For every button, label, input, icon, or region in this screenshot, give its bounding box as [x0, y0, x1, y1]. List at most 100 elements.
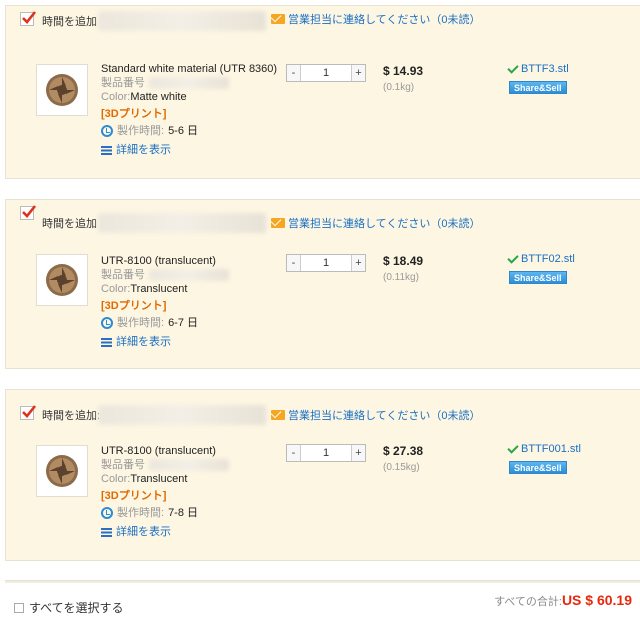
contact-sales-link[interactable]: 営業担当に連絡してください（0未読）	[271, 407, 480, 423]
show-details-label: 詳細を表示	[116, 526, 171, 538]
qty-increase-button[interactable]: +	[351, 255, 365, 271]
lead-time-value: 5-6 日	[168, 125, 199, 137]
card-header: 時間を追加 営業担当に連絡してください（0未読）	[6, 200, 640, 234]
model-file-link[interactable]: BTTF001.stl	[507, 441, 581, 455]
item-price: $ 14.93	[383, 64, 424, 78]
lead-time-label: 製作時間:	[117, 317, 165, 329]
model-file-link[interactable]: BTTF3.stl	[507, 61, 569, 75]
check-icon	[507, 251, 519, 264]
cart-item-card: 時間を追加 営業担当に連絡してください（0未読） UTR-8100 (trans…	[5, 199, 640, 369]
product-name: Standard white material (UTR 8360)	[101, 63, 278, 75]
item-weight: (0.1kg)	[383, 82, 415, 93]
mail-icon	[271, 14, 285, 24]
show-details-label: 詳細を表示	[116, 144, 171, 156]
item-checkbox[interactable]	[20, 11, 37, 26]
total-amount: US $ 60.19	[561, 592, 632, 608]
item-price: $ 18.49	[383, 254, 424, 268]
contact-sales-link[interactable]: 営業担当に連絡してください（0未読）	[271, 215, 480, 231]
model-file-name: BTTF001.stl	[521, 443, 581, 455]
gear-part-icon	[46, 264, 78, 296]
qty-decrease-button[interactable]: -	[287, 445, 301, 461]
print-type-tag: [3Dプリント]	[101, 300, 167, 312]
product-no-label: 製品番号	[101, 77, 145, 89]
card-header: 時間を追加: 営業担当に連絡してください（0未読）	[6, 390, 640, 425]
product-name: UTR-8100 (translucent)	[101, 255, 216, 267]
contact-sales-label: 営業担当に連絡してください（0未読）	[288, 410, 481, 422]
show-details-link[interactable]: 詳細を表示	[101, 143, 277, 157]
show-details-label: 詳細を表示	[116, 336, 171, 348]
check-icon	[507, 61, 519, 74]
color-value: Translucent	[130, 283, 188, 295]
lead-time-value: 6-7 日	[168, 317, 199, 329]
color-label: Color:	[101, 283, 131, 295]
lead-time-label: 製作時間:	[117, 125, 165, 137]
quantity-stepper: - 1 +	[286, 254, 366, 272]
lead-time-value: 7-8 日	[168, 507, 199, 519]
cart-total: すべての合計:US $ 60.19	[494, 592, 632, 609]
model-file-name: BTTF02.stl	[521, 253, 575, 265]
lead-time: 製作時間: 5-6 日	[101, 124, 277, 138]
clock-icon	[101, 125, 113, 137]
clock-icon	[101, 507, 113, 519]
redacted-field	[149, 459, 229, 471]
check-icon	[507, 441, 519, 454]
qty-value[interactable]: 1	[301, 255, 351, 271]
qty-decrease-button[interactable]: -	[287, 255, 301, 271]
select-all-label: すべてを選択する	[29, 601, 124, 615]
color-value: Translucent	[130, 473, 188, 485]
lead-time-label: 製作時間:	[117, 507, 165, 519]
item-checkbox[interactable]	[20, 205, 37, 220]
share-sell-button[interactable]: Share&Sell	[509, 81, 567, 94]
list-icon	[101, 337, 112, 347]
contact-sales-link[interactable]: 営業担当に連絡してください（0未読）	[271, 11, 480, 27]
product-thumbnail[interactable]	[36, 64, 88, 116]
qty-increase-button[interactable]: +	[351, 65, 365, 81]
print-type-tag: [3Dプリント]	[101, 108, 167, 120]
share-sell-button[interactable]: Share&Sell	[509, 271, 567, 284]
product-name: UTR-8100 (translucent)	[101, 445, 216, 457]
color-label: Color:	[101, 473, 131, 485]
show-details-link[interactable]: 詳細を表示	[101, 335, 229, 349]
lead-time: 製作時間: 6-7 日	[101, 316, 229, 330]
redacted-field	[98, 213, 266, 233]
list-icon	[101, 145, 112, 155]
color-label: Color:	[101, 91, 131, 103]
show-details-link[interactable]: 詳細を表示	[101, 525, 229, 539]
model-file-name: BTTF3.stl	[521, 63, 569, 75]
product-info: UTR-8100 (translucent) 製品番号 Color:Transl…	[101, 444, 229, 539]
product-thumbnail[interactable]	[36, 254, 88, 306]
item-checkbox[interactable]	[20, 405, 37, 420]
mail-icon	[271, 410, 285, 420]
cart-item-card: 時間を追加 営業担当に連絡してください（0未読） Standard white …	[5, 5, 640, 179]
lead-time: 製作時間: 7-8 日	[101, 506, 229, 520]
qty-decrease-button[interactable]: -	[287, 65, 301, 81]
item-weight: (0.11kg)	[383, 272, 419, 283]
checkbox-box	[14, 602, 24, 613]
add-time-label: 時間を追加	[42, 16, 97, 28]
product-thumbnail[interactable]	[36, 445, 88, 497]
product-info: UTR-8100 (translucent) 製品番号 Color:Transl…	[101, 254, 229, 349]
qty-value[interactable]: 1	[301, 445, 351, 461]
product-no-label: 製品番号	[101, 269, 145, 281]
redacted-field	[149, 77, 229, 89]
redacted-field	[98, 11, 266, 31]
list-icon	[101, 527, 112, 537]
quantity-stepper: - 1 +	[286, 444, 366, 462]
item-weight: (0.15kg)	[383, 462, 420, 473]
share-sell-button[interactable]: Share&Sell	[509, 461, 567, 474]
item-price: $ 27.38	[383, 444, 424, 458]
qty-value[interactable]: 1	[301, 65, 351, 81]
redacted-field	[149, 269, 229, 281]
clock-icon	[101, 317, 113, 329]
gear-part-icon	[46, 74, 78, 106]
cart-footer: すべてを選択する すべての合計:US $ 60.19	[0, 580, 640, 622]
qty-increase-button[interactable]: +	[351, 445, 365, 461]
product-no-label: 製品番号	[101, 459, 145, 471]
color-value: Matte white	[130, 91, 187, 103]
select-all-checkbox[interactable]: すべてを選択する	[14, 599, 123, 616]
model-file-link[interactable]: BTTF02.stl	[507, 251, 575, 265]
print-type-tag: [3Dプリント]	[101, 490, 167, 502]
cart-item-card: 時間を追加: 営業担当に連絡してください（0未読） UTR-8100 (tran…	[5, 389, 640, 561]
mail-icon	[271, 218, 285, 228]
total-label: すべての合計:	[494, 596, 562, 608]
